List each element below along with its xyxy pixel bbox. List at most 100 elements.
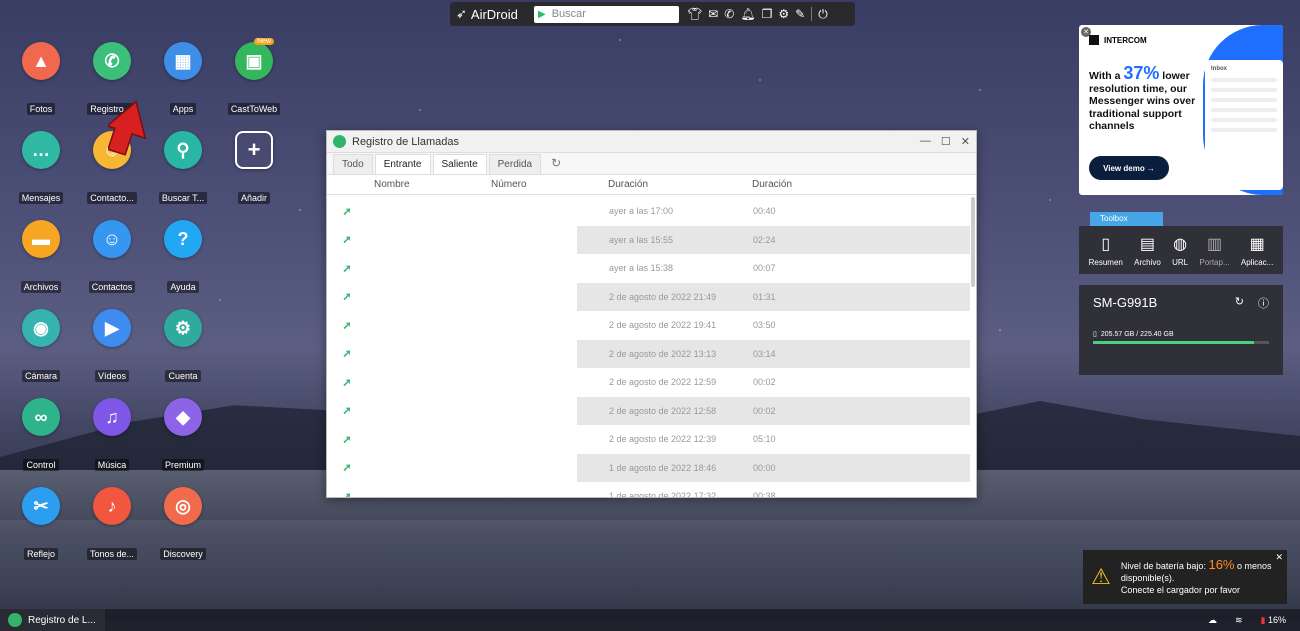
app-discovery[interactable]: ◎ Discovery — [151, 487, 215, 565]
call-log-row[interactable]: ➚ 2 de agosto de 2022 12:58 00:02 — [327, 396, 970, 425]
call-type-tabs: Todo Entrante Saliente Perdida ↻ — [327, 153, 976, 175]
search-input[interactable]: ▶ Buscar — [534, 5, 679, 23]
app-fotos[interactable]: ▲ Fotos — [9, 42, 73, 120]
call-log-row[interactable]: ➚ 1 de agosto de 2022 18:46 00:00 — [327, 453, 970, 482]
column-duration[interactable]: Duración — [752, 179, 832, 190]
call-log-row[interactable]: ➚ 2 de agosto de 2022 21:49 01:31 — [327, 282, 970, 311]
pen-icon[interactable]: ✎ — [795, 7, 805, 21]
call-log-window: Registro de Llamadas — ☐ ✕ Todo Entrante… — [326, 130, 977, 498]
app-premium[interactable]: ◆ Premium — [151, 398, 215, 476]
app-control[interactable]: ∞ Control — [9, 398, 73, 476]
contact-name-cell — [367, 425, 577, 454]
app-label: Buscar T... — [158, 192, 208, 204]
taskbar-item-label: Registro de L... — [28, 614, 96, 626]
mock-line — [1211, 118, 1277, 122]
toolbox-item-aplicac[interactable]: ▦ Aplicac... — [1241, 234, 1273, 267]
app-buscar-t[interactable]: ⚲ Buscar T... — [151, 131, 215, 209]
app-ayuda[interactable]: ? Ayuda — [151, 220, 215, 298]
app-vídeos[interactable]: ▶ Vídeos — [80, 309, 144, 387]
app-casttoweb[interactable]: ▣ New CastToWeb — [222, 38, 286, 120]
intercom-logo-icon — [1089, 35, 1099, 45]
globe-icon: ◍ — [1173, 235, 1188, 253]
storage-info: ▯ 205.57 GB / 225.40 GB — [1093, 330, 1269, 339]
mail-icon[interactable]: ✉ — [708, 7, 718, 21]
app-archivos[interactable]: ▬ Archivos — [9, 220, 73, 298]
gear-icon: ⚙ — [164, 309, 202, 347]
call-duration: 00:00 — [753, 462, 776, 473]
window-titlebar[interactable]: Registro de Llamadas — ☐ ✕ — [327, 131, 976, 153]
app-label: Cuenta — [165, 370, 201, 382]
app-reflejo[interactable]: ✂ Reflejo — [9, 487, 73, 565]
app-cámara[interactable]: ◉ Cámara — [9, 309, 73, 387]
maximize-icon[interactable]: ☐ — [941, 135, 951, 148]
call-log-row[interactable]: ➚ 2 de agosto de 2022 13:13 03:14 — [327, 339, 970, 368]
play-store-icon: ▶ — [538, 8, 546, 20]
storage-bar-fill — [1093, 341, 1254, 344]
app-contactos[interactable]: ☺ Contactos — [80, 220, 144, 298]
tab-todo[interactable]: Todo — [333, 154, 373, 174]
view-demo-button[interactable]: View demo → — [1089, 156, 1169, 180]
tab-perdida[interactable]: Perdida — [488, 154, 542, 174]
minimize-icon[interactable]: — — [920, 135, 931, 148]
scrollbar[interactable] — [971, 197, 975, 287]
call-log-row[interactable]: ➚ 2 de agosto de 2022 12:59 00:02 — [327, 368, 970, 397]
app-cuenta[interactable]: ⚙ Cuenta — [151, 309, 215, 387]
airdroid-logo[interactable]: ➶ AirDroid — [456, 6, 534, 22]
toolbox-item-archivo[interactable]: ▤ Archivo — [1134, 234, 1161, 267]
call-duration: 00:07 — [753, 263, 776, 274]
call-log-row[interactable]: ➚ 2 de agosto de 2022 19:41 03:50 — [327, 311, 970, 340]
toolbox-item-label: Aplicac... — [1240, 257, 1274, 267]
mock-line — [1211, 88, 1277, 92]
refresh-icon[interactable]: ↻ — [551, 156, 561, 170]
wifi-icon: ≋ — [1234, 614, 1243, 625]
copy-icon[interactable]: ❐ — [762, 7, 773, 21]
topbar-tools: 👕︎ ✉ ✆ 🔔︎ ❐ ⚙ ✎ — [687, 7, 805, 21]
taskbar: Registro de L... ☁ ≋ ▮ 16% — [0, 609, 1300, 631]
call-duration: 00:02 — [753, 405, 776, 416]
contact-card-icon: ☺ — [93, 220, 131, 258]
app-mensajes[interactable]: … Mensajes — [9, 131, 73, 209]
taskbar-item-call-log[interactable]: Registro de L... — [0, 609, 105, 631]
app-tonos-de[interactable]: ♪ Tonos de... — [80, 487, 144, 565]
power-icon[interactable]: ⏻ — [818, 7, 828, 22]
close-icon[interactable]: ✕ — [1275, 552, 1283, 563]
planet-icon: ◎ — [164, 487, 202, 525]
refresh-icon[interactable]: ↻ — [1235, 295, 1244, 311]
call-duration: 05:10 — [753, 434, 776, 445]
app-añadir[interactable]: + Añadir — [222, 131, 286, 209]
call-log-row[interactable]: ➚ 2 de agosto de 2022 12:39 05:10 — [327, 425, 970, 454]
outgoing-call-icon: ➚ — [327, 225, 367, 254]
app-música[interactable]: ♫ Música — [80, 398, 144, 476]
column-date[interactable]: Duración — [608, 179, 752, 190]
call-log-row[interactable]: ➚ ayer a las 15:38 00:07 — [327, 254, 970, 283]
bell-icon[interactable]: 🔔︎ — [740, 7, 755, 21]
toolbox-item-resumen[interactable]: ▯ Resumen — [1089, 234, 1123, 267]
contact-name-cell — [367, 225, 577, 254]
ad-brand-text: INTERCOM — [1104, 35, 1147, 45]
column-number[interactable]: Número — [491, 179, 608, 190]
toolbox-item-url[interactable]: ◍ URL — [1172, 234, 1188, 267]
call-log-row[interactable]: ➚ ayer a las 17:00 00:40 — [327, 197, 970, 226]
tab-saliente[interactable]: Saliente — [432, 154, 487, 174]
shirt-icon[interactable]: 👕︎ — [687, 7, 702, 21]
call-date: 2 de agosto de 2022 12:58 — [609, 405, 717, 416]
help-icon: ? — [164, 220, 202, 258]
warning-icon: ⚠ — [1091, 564, 1111, 589]
toolbox-item-portap[interactable]: ▥ Portap... — [1199, 234, 1229, 267]
call-date: 2 de agosto de 2022 21:49 — [609, 291, 717, 302]
contact-name-cell — [367, 482, 577, 497]
location-icon: ⚲ — [164, 131, 202, 169]
intercom-ad[interactable]: Inbox ✕ INTERCOM With a 37% lower resolu… — [1079, 25, 1283, 195]
column-name[interactable]: Nombre — [374, 179, 491, 190]
app-apps[interactable]: ▦ Apps — [151, 42, 215, 120]
tab-entrante[interactable]: Entrante — [374, 154, 431, 174]
close-icon[interactable]: ✕ — [961, 135, 970, 148]
phone-icon[interactable]: ✆ — [724, 7, 734, 21]
mock-line — [1211, 108, 1277, 112]
cloud-icon[interactable]: ☁ — [1208, 615, 1217, 626]
call-log-row[interactable]: ➚ 1 de agosto de 2022 17:32 00:38 — [327, 482, 970, 497]
info-icon[interactable]: ⓘ — [1258, 295, 1269, 311]
ad-inbox-mockup: Inbox — [1205, 60, 1283, 190]
call-log-row[interactable]: ➚ ayer a las 15:55 02:24 — [327, 225, 970, 254]
gear-icon[interactable]: ⚙ — [778, 7, 789, 21]
